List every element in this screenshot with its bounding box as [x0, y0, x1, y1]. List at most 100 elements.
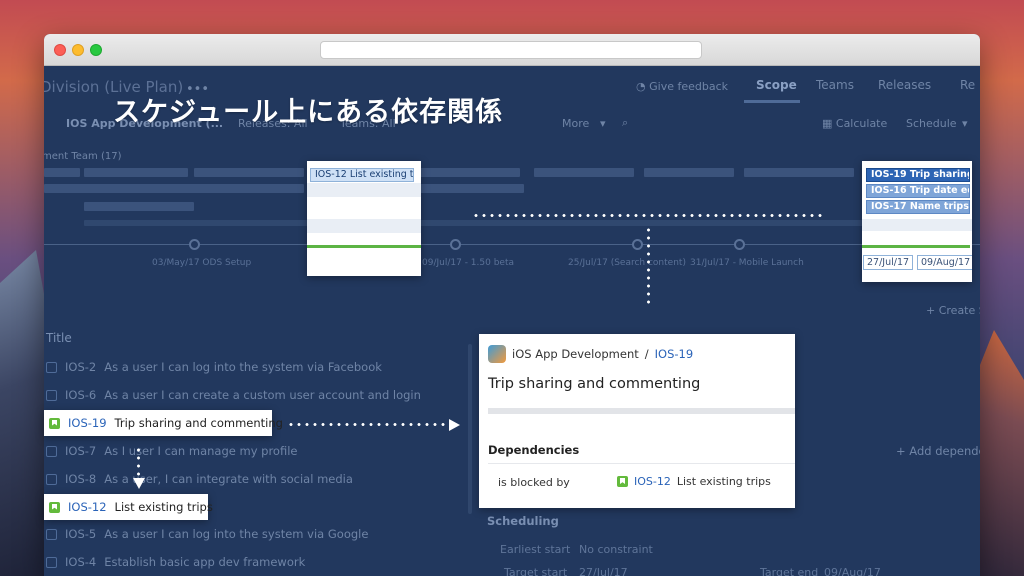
dependency-issue-summary: List existing trips: [676, 475, 771, 488]
timeline-bar[interactable]: [744, 168, 854, 177]
issue-summary: As a user I can log into the system via …: [104, 360, 382, 374]
issue-key[interactable]: IOS-12: [68, 500, 107, 514]
milestone-label: 31/Jul/17 - Mobile Launch: [690, 258, 804, 268]
list-item[interactable]: IOS-4 Establish basic app dev framework: [46, 553, 305, 571]
breadcrumb: iOS App Development / IOS-19: [488, 345, 693, 363]
highlight-row-ios-12[interactable]: IOS-12 List existing trips: [44, 494, 213, 520]
target-end-value[interactable]: 09/Aug/17: [824, 566, 881, 576]
start-date-field[interactable]: 27/Jul/17: [863, 255, 914, 270]
issue-summary: As a user I can log into the system via …: [104, 527, 369, 541]
megaphone-icon: ◔: [636, 80, 650, 93]
team-lane-label: ment Team (17): [44, 151, 122, 162]
list-item[interactable]: IOS-2 As a user I can log into the system…: [46, 358, 382, 376]
project-link[interactable]: iOS App Development: [512, 347, 639, 361]
tab-teams[interactable]: Teams: [816, 78, 854, 92]
timeline-bar[interactable]: [420, 184, 524, 193]
timeline-bar[interactable]: [84, 168, 188, 177]
dependency-issue[interactable]: IOS-12 List existing trips: [617, 475, 771, 488]
timeline-bar[interactable]: [420, 168, 520, 177]
target-end-label: Target end: [760, 566, 819, 576]
issue-key-link[interactable]: IOS-19: [655, 347, 694, 361]
milestone-marker[interactable]: [189, 239, 200, 250]
chevron-down-icon: ▾: [962, 117, 968, 130]
checkbox-icon: [46, 389, 57, 401]
dotted-connector: [472, 214, 824, 217]
target-start-value[interactable]: 27/Jul/17: [579, 566, 628, 576]
issue-key[interactable]: IOS-19: [68, 416, 107, 430]
issue-summary: As a user I can create a custom user acc…: [104, 388, 421, 402]
list-header-title: Title: [46, 331, 72, 345]
dependency-issue-key[interactable]: IOS-12: [634, 475, 671, 488]
give-feedback-link[interactable]: ◔ Give feedback: [636, 80, 728, 93]
list-item[interactable]: IOS-7 As I user I can manage my profile: [46, 442, 297, 460]
divider: [488, 463, 795, 464]
schedule-button[interactable]: Schedule: [906, 117, 957, 130]
timeline-bar-ios-19[interactable]: IOS-19 Trip sharing an...: [866, 168, 970, 182]
zoom-card-right: IOS-19 Trip sharing an... IOS-16 Trip da…: [862, 161, 972, 282]
timeline-row: [307, 219, 421, 233]
milestone-label: 03/May/17 ODS Setup: [152, 258, 252, 268]
search-icon[interactable]: ⌕: [622, 116, 628, 130]
dependencies-section-title: Dependencies: [488, 443, 580, 457]
close-window-button[interactable]: [54, 44, 66, 56]
timeline-bar[interactable]: [194, 168, 304, 177]
list-item[interactable]: IOS-8 As a user, I can integrate with soc…: [46, 470, 353, 488]
list-item[interactable]: IOS-6 As a user I can create a custom use…: [46, 386, 421, 404]
dependency-relation: is blocked by: [498, 476, 570, 489]
story-icon: [49, 417, 60, 429]
timeline-bar-ios-16[interactable]: IOS-16 Trip date editi...: [866, 184, 970, 198]
milestone-marker[interactable]: [632, 239, 643, 250]
checkbox-icon: [46, 556, 57, 568]
minimize-window-button[interactable]: [72, 44, 84, 56]
timeline-bar[interactable]: [534, 168, 634, 177]
list-item[interactable]: IOS-5 As a user I can log into the system…: [46, 525, 368, 543]
issue-summary: List existing trips: [114, 500, 213, 514]
issue-key: IOS-4: [65, 555, 97, 569]
timeline-bar-ios-12[interactable]: IOS-12 List existing t...: [310, 168, 414, 182]
project-avatar-icon: [488, 345, 506, 363]
timeline-bar[interactable]: [44, 184, 304, 193]
milestone-label: 09/Jul/17 - 1.50 beta: [422, 258, 514, 268]
milestone-marker[interactable]: [734, 239, 745, 250]
issue-summary: As I user I can manage my profile: [104, 444, 298, 458]
highlight-row-ios-19[interactable]: IOS-19 Trip sharing and commenting: [44, 410, 283, 436]
issue-summary: Establish basic app dev framework: [104, 555, 306, 569]
timeline-bar[interactable]: [84, 202, 194, 211]
tab-re[interactable]: Re: [960, 78, 975, 92]
calendar-icon: ▦: [822, 117, 836, 130]
timeline-bar[interactable]: [84, 220, 864, 226]
checkbox-icon: [46, 361, 57, 373]
timeline-bar[interactable]: [44, 168, 80, 177]
breadcrumb-separator: /: [644, 347, 649, 361]
timeline-row: [307, 183, 421, 197]
more-menu[interactable]: More: [562, 117, 589, 130]
timeline-row: [862, 219, 972, 231]
zoom-window-button[interactable]: [90, 44, 102, 56]
story-icon: [617, 476, 628, 487]
earliest-start-value[interactable]: No constraint: [579, 543, 653, 556]
dotted-connector: [647, 226, 650, 308]
dotted-connector: [287, 423, 447, 426]
create-button[interactable]: + Create S: [926, 304, 980, 317]
earliest-start-label: Earliest start: [500, 543, 571, 556]
issue-key: IOS-2: [65, 360, 97, 374]
panel-resize-handle[interactable]: [468, 344, 472, 514]
timeline-bar[interactable]: [644, 168, 734, 177]
issue-detail-card: iOS App Development / IOS-19 Trip sharin…: [479, 334, 795, 508]
story-icon: [49, 501, 60, 513]
calculate-button[interactable]: ▦ Calculate: [822, 117, 887, 130]
add-dependency-button[interactable]: + Add dependen: [896, 444, 980, 458]
address-bar[interactable]: [320, 41, 702, 59]
window-titlebar: [44, 34, 980, 66]
issue-key: IOS-8: [65, 472, 97, 486]
milestone-marker[interactable]: [450, 239, 461, 250]
end-date-field[interactable]: 09/Aug/17: [917, 255, 972, 270]
scheduling-section-title: Scheduling: [487, 514, 559, 528]
tab-scope[interactable]: Scope: [756, 78, 797, 92]
issue-key: IOS-7: [65, 444, 97, 458]
timeline-bar-ios-17[interactable]: IOS-17 Name trips: [866, 200, 970, 214]
chevron-down-icon: ▾: [600, 117, 606, 130]
checkbox-icon: [46, 528, 57, 540]
tab-releases[interactable]: Releases: [878, 78, 931, 92]
arrow-down-icon: [133, 478, 145, 489]
